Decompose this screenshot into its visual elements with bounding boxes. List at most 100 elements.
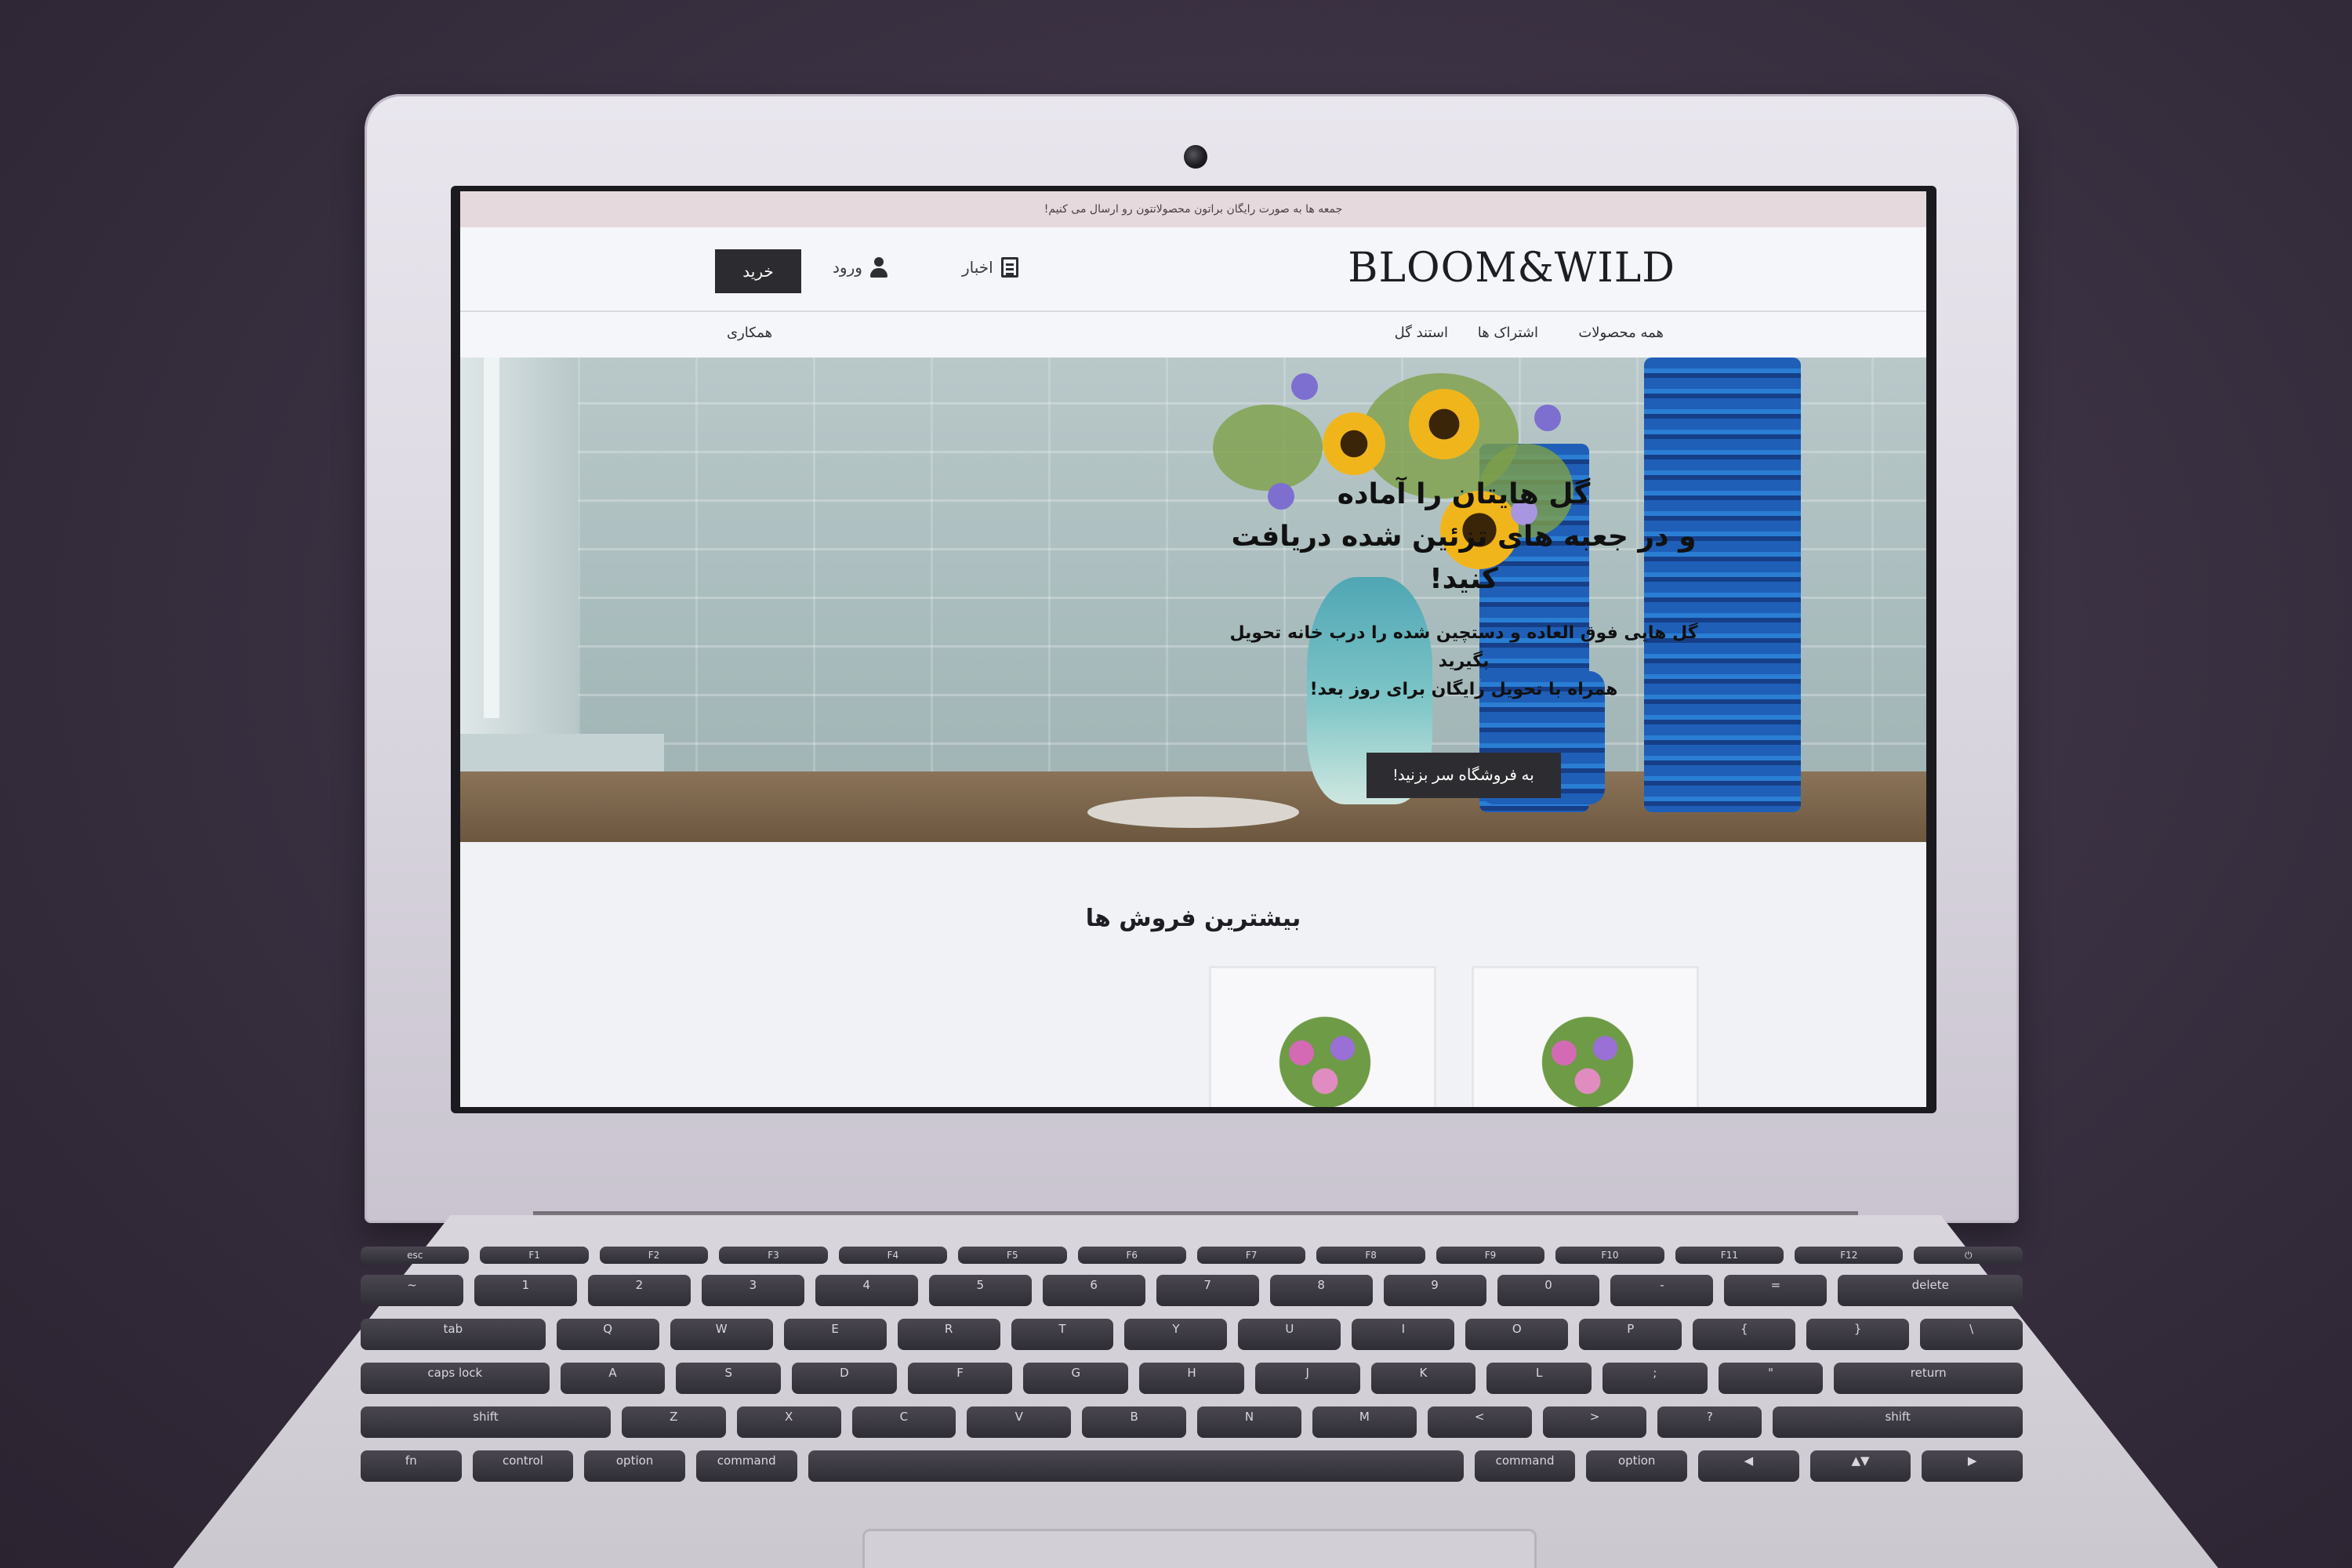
news-link[interactable]: اخبار — [962, 257, 1018, 278]
key[interactable]: esc — [361, 1247, 470, 1264]
login-link[interactable]: ورود — [833, 257, 887, 278]
key[interactable]: > — [1542, 1406, 1647, 1438]
key[interactable]: S — [676, 1363, 782, 1394]
browser-screen: جمعه ها به صورت رایگان براتون محصولاتتون… — [460, 191, 1926, 1107]
key[interactable]: F1 — [480, 1247, 589, 1264]
key[interactable]: E — [783, 1319, 887, 1350]
window-frame — [460, 358, 664, 842]
key[interactable]: H — [1139, 1363, 1244, 1394]
nav-item-subscriptions[interactable]: اشتراک ها — [1478, 325, 1538, 341]
key[interactable]: U — [1238, 1319, 1341, 1350]
key[interactable]: K — [1370, 1363, 1476, 1394]
key[interactable]: 7 — [1156, 1275, 1259, 1306]
keyboard-qwerty-row: tab Q W E R T Y U I O P {} \ — [361, 1319, 2024, 1350]
key[interactable]: J — [1254, 1363, 1360, 1394]
key[interactable]: ; — [1602, 1363, 1708, 1394]
hero-title-line2: و در جعبه های تزئین شده دریافت کنید! — [1231, 521, 1697, 595]
key[interactable] — [808, 1450, 1464, 1482]
key[interactable]: ~ — [361, 1275, 463, 1306]
key[interactable]: fn — [361, 1450, 462, 1482]
key[interactable]: F10 — [1555, 1247, 1664, 1264]
key[interactable]: ⏻ — [1914, 1247, 2023, 1264]
key[interactable]: 1 — [474, 1275, 577, 1306]
key[interactable]: < — [1427, 1406, 1532, 1438]
key[interactable]: F7 — [1196, 1247, 1306, 1264]
hero-banner: گل هایتان را آماده و در جعبه های تزئین ش… — [460, 358, 1926, 842]
key[interactable]: command — [695, 1450, 797, 1482]
key[interactable]: R — [897, 1319, 1000, 1350]
key[interactable]: F — [907, 1363, 1013, 1394]
key[interactable]: F8 — [1316, 1247, 1425, 1264]
key[interactable]: = — [1724, 1275, 1828, 1306]
key[interactable]: N — [1197, 1406, 1301, 1438]
trackpad[interactable] — [862, 1529, 1537, 1568]
key[interactable]: shift — [361, 1406, 611, 1438]
key[interactable]: option — [1586, 1450, 1688, 1482]
key[interactable]: command — [1474, 1450, 1576, 1482]
key[interactable]: Y — [1124, 1319, 1228, 1350]
key[interactable]: X — [736, 1406, 841, 1438]
product-card[interactable] — [1209, 966, 1436, 1107]
key[interactable]: D — [792, 1363, 897, 1394]
key[interactable]: F4 — [838, 1247, 948, 1264]
nav-item-partnership[interactable]: همکاری — [727, 325, 772, 341]
key[interactable]: W — [670, 1319, 773, 1350]
key[interactable]: { — [1693, 1319, 1796, 1350]
utility-links: اخبار ورود خرید — [460, 227, 1087, 312]
key[interactable]: ? — [1657, 1406, 1762, 1438]
key[interactable]: caps lock — [361, 1363, 550, 1394]
key[interactable]: - — [1610, 1275, 1714, 1306]
key[interactable]: F2 — [599, 1247, 709, 1264]
key[interactable]: ▲▼ — [1809, 1450, 1911, 1482]
key[interactable]: F9 — [1436, 1247, 1545, 1264]
key[interactable]: } — [1806, 1319, 1910, 1350]
key[interactable]: L — [1486, 1363, 1592, 1394]
key[interactable]: 5 — [928, 1275, 1032, 1306]
key[interactable]: 8 — [1269, 1275, 1373, 1306]
key[interactable]: T — [1011, 1319, 1114, 1350]
key[interactable]: " — [1718, 1363, 1824, 1394]
key[interactable]: F5 — [958, 1247, 1067, 1264]
key[interactable]: B — [1082, 1406, 1187, 1438]
key[interactable]: C — [851, 1406, 956, 1438]
key[interactable]: 2 — [587, 1275, 691, 1306]
key[interactable]: delete — [1838, 1275, 2024, 1306]
key[interactable]: control — [472, 1450, 574, 1482]
key[interactable]: M — [1312, 1406, 1417, 1438]
key[interactable]: 0 — [1497, 1275, 1600, 1306]
hero-title-line1: گل هایتان را آماده — [1337, 478, 1591, 510]
camera-icon — [1184, 145, 1207, 169]
key[interactable]: ◀ — [1698, 1450, 1799, 1482]
key[interactable]: shift — [1773, 1406, 2024, 1438]
hero-subtitle: گل هایی فوق العاده و دستچین شده را درب خ… — [1213, 619, 1715, 704]
key[interactable]: V — [967, 1406, 1072, 1438]
key[interactable]: 3 — [701, 1275, 804, 1306]
key[interactable]: O — [1465, 1319, 1569, 1350]
key[interactable]: \ — [1920, 1319, 2024, 1350]
key[interactable]: 9 — [1383, 1275, 1486, 1306]
key[interactable]: I — [1352, 1319, 1455, 1350]
key[interactable]: F6 — [1077, 1247, 1186, 1264]
key[interactable]: G — [1023, 1363, 1129, 1394]
brand-logo[interactable]: BLOOM&WILD — [1348, 245, 1675, 292]
nav-item-flower-stand[interactable]: استند گل — [1395, 325, 1448, 341]
main-nav: همه محصولات اشتراک ها استند گل همکاری — [460, 312, 1926, 358]
key[interactable]: P — [1579, 1319, 1682, 1350]
buy-button[interactable]: خرید — [715, 249, 801, 293]
product-card[interactable] — [1472, 966, 1699, 1107]
key[interactable]: Q — [556, 1319, 659, 1350]
key[interactable]: tab — [361, 1319, 546, 1350]
key[interactable]: F3 — [719, 1247, 828, 1264]
key[interactable]: ▶ — [1922, 1450, 2023, 1482]
key[interactable]: Z — [621, 1406, 726, 1438]
nav-item-all-products[interactable]: همه محصولات — [1578, 325, 1664, 341]
bestsellers-title: بیشترین فروش ها — [1085, 905, 1301, 932]
key[interactable]: 4 — [815, 1275, 918, 1306]
key[interactable]: F11 — [1675, 1247, 1784, 1264]
key[interactable]: F12 — [1795, 1247, 1904, 1264]
key[interactable]: return — [1834, 1363, 2024, 1394]
key[interactable]: option — [584, 1450, 685, 1482]
key[interactable]: 6 — [1042, 1275, 1145, 1306]
shop-cta-button[interactable]: به فروشگاه سر بزنید! — [1367, 753, 1561, 798]
key[interactable]: A — [560, 1363, 666, 1394]
